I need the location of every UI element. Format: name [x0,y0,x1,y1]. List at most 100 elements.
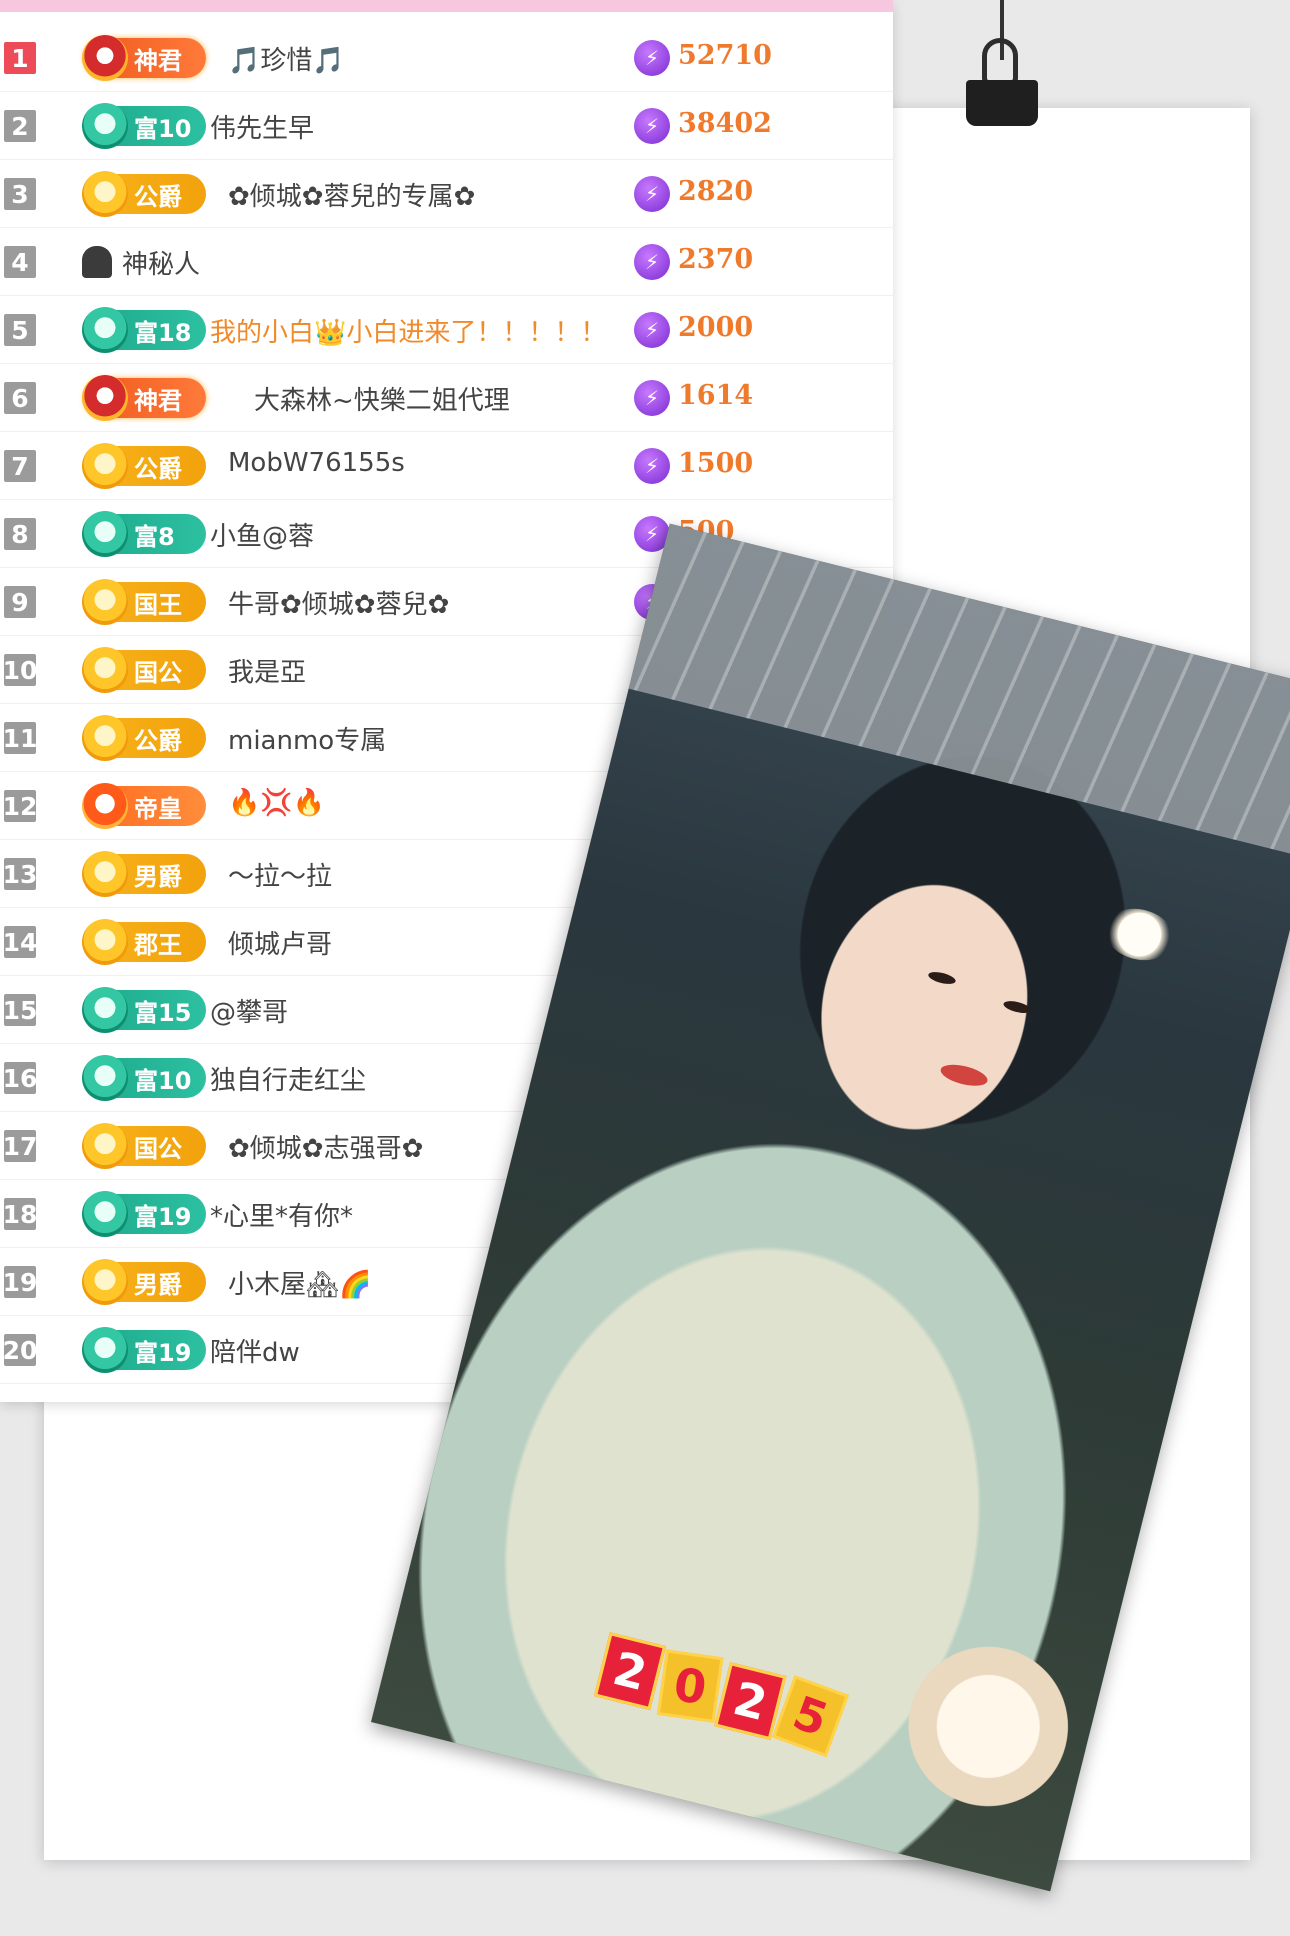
incognito-icon [82,246,112,278]
rank-number: 1 [4,42,36,74]
username: 伟先生早 [210,114,315,144]
username: 大森林~快樂二姐代理 [254,386,510,416]
leaderboard-row[interactable]: 4 神秘人 ⚡ 2370 [0,228,893,296]
level-badge: 神君 [82,375,206,421]
username: 神秘人 [122,250,201,280]
badge-label: 富15 [134,998,192,1027]
username: 小鱼@蓉 [210,522,315,552]
badge-emblem-icon [82,715,128,761]
badge-emblem-icon [82,647,128,693]
rank-number: 14 [2,926,38,958]
badge-label: 男爵 [134,862,182,891]
badge-emblem-icon [82,511,128,557]
rank-number: 16 [2,1062,38,1094]
year-sticker: 2 0 2 5 [593,1632,850,1758]
rank-number: 11 [2,722,38,754]
rank-number: 10 [2,654,38,686]
level-badge: 富19 [82,1327,206,1373]
rank-number: 6 [4,382,36,414]
level-badge: 国公 [82,647,206,693]
level-badge: 富8 [82,511,206,557]
username: 我的小白👑小白进来了！！！！！ [210,318,607,348]
rank-number: 18 [2,1198,38,1230]
username: ～拉～拉 [228,862,333,892]
badge-label: 富19 [134,1338,192,1367]
level-badge: 富15 [82,987,206,1033]
contribution-score: 2000 [678,312,754,343]
leaderboard-row[interactable]: 6 神君 大森林~快樂二姐代理 ⚡ 1614 [0,364,893,432]
binder-clip-ring [982,38,1018,86]
hair-flower [1099,901,1180,968]
badge-label: 郡王 [134,930,182,959]
username: 陪伴dw [210,1338,300,1368]
rank-number: 12 [2,790,38,822]
username: 倾城卢哥 [228,930,333,960]
username: @攀哥 [210,998,289,1028]
badge-label: 富18 [134,318,192,347]
badge-emblem-icon [82,103,128,149]
level-badge: 公爵 [82,443,206,489]
badge-label: 帝皇 [134,794,182,823]
badge-emblem-icon [82,1055,128,1101]
year-digit: 0 [656,1649,724,1723]
username: 我是亞 [228,658,307,688]
badge-emblem-icon [82,375,128,421]
rank-number: 3 [4,178,36,210]
contribution-score: 1500 [678,448,754,479]
leaderboard-row[interactable]: 7 公爵 MobW76155s ⚡ 1500 [0,432,893,500]
rank-number: 9 [4,586,36,618]
badge-emblem-icon [82,171,128,217]
username: mianmo专属 [228,726,387,756]
badge-label: 富8 [134,522,175,551]
username: 🎵珍惜🎵 [228,46,345,76]
leaderboard-row[interactable]: 5 富18 我的小白👑小白进来了！！！！！ ⚡ 2000 [0,296,893,364]
rank-number: 4 [4,246,36,278]
badge-label: 富10 [134,114,192,143]
badge-label: 富10 [134,1066,192,1095]
badge-emblem-icon [82,1327,128,1373]
badge-label: 神君 [134,46,182,75]
badge-label: 公爵 [134,726,182,755]
lightning-coin-icon: ⚡ [634,176,670,212]
lightning-coin-icon: ⚡ [634,244,670,280]
badge-label: 神君 [134,386,182,415]
level-badge: 公爵 [82,715,206,761]
rank-number: 15 [2,994,38,1026]
rank-number: 17 [2,1130,38,1162]
badge-emblem-icon [82,1259,128,1305]
contribution-score: 2370 [678,244,754,275]
left-eye [927,969,957,987]
magnolia-flower [891,1629,1086,1824]
level-badge: 富10 [82,103,206,149]
username: ✿倾城✿志强哥✿ [228,1134,424,1164]
badge-emblem-icon [82,1123,128,1169]
leaderboard-row[interactable]: 2 富10 伟先生早 ⚡ 38402 [0,92,893,160]
badge-label: 男爵 [134,1270,182,1299]
badge-emblem-icon [82,1191,128,1237]
level-badge: 男爵 [82,851,206,897]
badge-emblem-icon [82,987,128,1033]
lightning-coin-icon: ⚡ [634,448,670,484]
level-badge: 公爵 [82,171,206,217]
username: ✿倾城✿蓉兒的专属✿ [228,182,476,212]
badge-label: 公爵 [134,454,182,483]
badge-emblem-icon [82,783,128,829]
badge-emblem-icon [82,35,128,81]
level-badge: 神君 [82,35,206,81]
level-badge: 郡王 [82,919,206,965]
badge-label: 国公 [134,658,182,687]
contribution-score: 1614 [678,380,754,411]
leaderboard-row[interactable]: 1 神君 🎵珍惜🎵 ⚡ 52710 [0,24,893,92]
rank-number: 13 [2,858,38,890]
rank-number: 5 [4,314,36,346]
contribution-score: 52710 [678,40,772,71]
username: MobW76155s [228,448,405,478]
level-badge: 富10 [82,1055,206,1101]
lightning-coin-icon: ⚡ [634,40,670,76]
level-badge: 帝皇 [82,783,206,829]
username: 独自行走红尘 [210,1066,367,1096]
lightning-coin-icon: ⚡ [634,108,670,144]
leaderboard-row[interactable]: 3 公爵 ✿倾城✿蓉兒的专属✿ ⚡ 2820 [0,160,893,228]
rank-number: 2 [4,110,36,142]
badge-emblem-icon [82,579,128,625]
